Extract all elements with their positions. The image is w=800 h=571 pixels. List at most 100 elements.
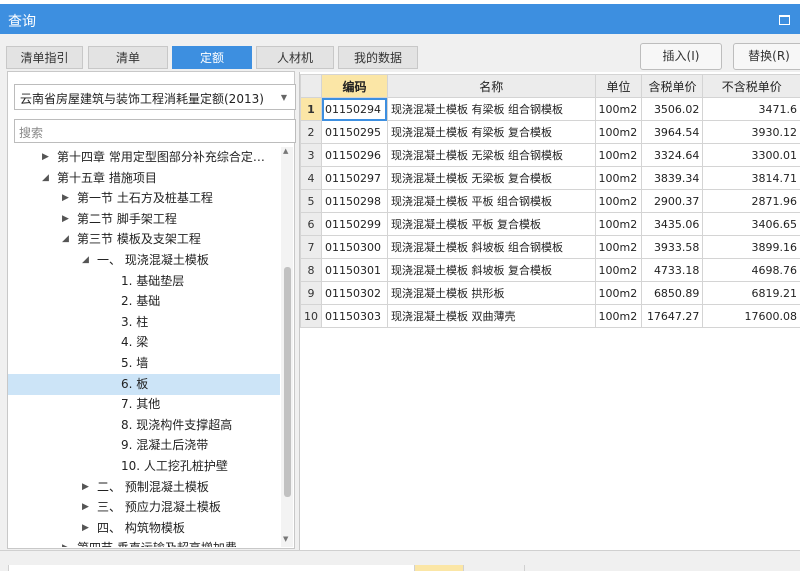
tree-node[interactable]: ▶第一节 土石方及桩基工程 [8,188,280,209]
cell-code[interactable]: 01150300 [322,236,388,259]
column-header-unit[interactable]: 单位 [595,75,642,98]
cell-name[interactable]: 现浇混凝土模板 斜坡板 组合钢模板 [387,236,595,259]
insert-button[interactable]: 插入(I) [640,43,722,70]
cell-price-tax[interactable]: 3324.64 [642,144,703,167]
cell-price-notax[interactable]: 3930.12 [703,121,800,144]
expand-arrow-icon[interactable]: ▶ [82,518,89,539]
replace-button[interactable]: 替换(R) [733,43,800,70]
tree-node[interactable]: 10. 人工挖孔桩护壁 [8,456,280,477]
tab-bill[interactable]: 清单 [88,46,168,69]
cell-code[interactable]: 01150302 [322,282,388,305]
cell-price-notax[interactable]: 3899.16 [703,236,800,259]
cell-name[interactable]: 现浇混凝土模板 平板 复合模板 [387,213,595,236]
cell-price-notax[interactable]: 2871.96 [703,190,800,213]
collapse-arrow-icon[interactable]: ◢ [42,168,49,189]
cell-unit[interactable]: 100m2 [595,121,642,144]
table-row[interactable]: 601150299现浇混凝土模板 平板 复合模板100m23435.063406… [301,213,800,236]
cell-price-tax[interactable]: 2900.37 [642,190,703,213]
tree-node[interactable]: ▶第四节 垂直运输及超高增加费 [8,538,280,547]
cell-price-tax[interactable]: 4733.18 [642,259,703,282]
row-index[interactable]: 7 [301,236,322,259]
column-header-price-tax[interactable]: 含税单价 [642,75,703,98]
tree-node[interactable]: 9. 混凝土后浇带 [8,435,280,456]
expand-arrow-icon[interactable]: ▶ [62,209,69,230]
column-header-code[interactable]: 编码 [322,75,388,98]
tree-node[interactable]: 5. 墙 [8,353,280,374]
tree-node[interactable]: ▶三、 预应力混凝土模板 [8,497,280,518]
expand-arrow-icon[interactable]: ▶ [82,477,89,498]
cell-price-tax[interactable]: 3933.58 [642,236,703,259]
tab-labor-material-machine[interactable]: 人材机 [256,46,334,69]
cell-price-tax[interactable]: 3435.06 [642,213,703,236]
tree-node[interactable]: 8. 现浇构件支撑超高 [8,415,280,436]
cell-price-tax[interactable]: 6850.89 [642,282,703,305]
library-select[interactable]: 云南省房屋建筑与装饰工程消耗量定额(2013) ▼ [14,84,296,110]
tree-node[interactable]: 4. 梁 [8,332,280,353]
cell-price-tax[interactable]: 3839.34 [642,167,703,190]
expand-arrow-icon[interactable]: ▶ [62,188,69,209]
collapse-arrow-icon[interactable]: ◢ [62,229,69,250]
scroll-down-icon[interactable]: ▼ [283,535,288,543]
table-row[interactable]: 701150300现浇混凝土模板 斜坡板 组合钢模板100m23933.5838… [301,236,800,259]
table-row[interactable]: 801150301现浇混凝土模板 斜坡板 复合模板100m24733.18469… [301,259,800,282]
column-header-price-notax[interactable]: 不含税单价 [703,75,800,98]
cell-name[interactable]: 现浇混凝土模板 平板 组合钢模板 [387,190,595,213]
table-row[interactable]: 101150294现浇混凝土模板 有梁板 组合钢模板100m23506.0234… [301,98,800,121]
cell-unit[interactable]: 100m2 [595,144,642,167]
cell-unit[interactable]: 100m2 [595,167,642,190]
cell-code[interactable]: 01150301 [322,259,388,282]
tree-node[interactable]: ▶第二节 脚手架工程 [8,209,280,230]
cell-unit[interactable]: 100m2 [595,282,642,305]
cell-price-notax[interactable]: 3471.6 [703,98,800,121]
cell-unit[interactable]: 100m2 [595,305,642,328]
scrollbar-thumb[interactable] [284,267,291,497]
tree-node[interactable]: ▶第十四章 常用定型图部分补充综合定… [8,147,280,168]
row-index[interactable]: 5 [301,190,322,213]
cell-code[interactable]: 01150303 [322,305,388,328]
table-row[interactable]: 301150296现浇混凝土模板 无梁板 组合钢模板100m23324.6433… [301,144,800,167]
maximize-icon[interactable] [779,15,790,25]
cell-code[interactable]: 01150295 [322,121,388,144]
cell-name[interactable]: 现浇混凝土模板 斜坡板 复合模板 [387,259,595,282]
tree-node[interactable]: 2. 基础 [8,291,280,312]
cell-name[interactable]: 现浇混凝土模板 无梁板 组合钢模板 [387,144,595,167]
cell-price-notax[interactable]: 3814.71 [703,167,800,190]
cell-name[interactable]: 现浇混凝土模板 有梁板 复合模板 [387,121,595,144]
cell-price-tax[interactable]: 3964.54 [642,121,703,144]
tree-node[interactable]: 7. 其他 [8,394,280,415]
cell-unit[interactable]: 100m2 [595,259,642,282]
tree-node[interactable]: ◢第三节 模板及支架工程 [8,229,280,250]
table-row[interactable]: 901150302现浇混凝土模板 拱形板100m26850.896819.21 [301,282,800,305]
cell-unit[interactable]: 100m2 [595,98,642,121]
cell-name[interactable]: 现浇混凝土模板 无梁板 复合模板 [387,167,595,190]
chevron-down-icon[interactable]: ▼ [281,93,287,102]
tree-node[interactable]: ◢第十五章 措施项目 [8,168,280,189]
cell-price-tax[interactable]: 3506.02 [642,98,703,121]
cell-code[interactable]: 01150294 [322,98,388,121]
row-index[interactable]: 6 [301,213,322,236]
tree-node[interactable]: ▶四、 构筑物模板 [8,518,280,539]
table-row[interactable]: 401150297现浇混凝土模板 无梁板 复合模板100m23839.34381… [301,167,800,190]
table-row[interactable]: 201150295现浇混凝土模板 有梁板 复合模板100m23964.54393… [301,121,800,144]
expand-arrow-icon[interactable]: ▶ [62,538,69,547]
cell-price-notax[interactable]: 3406.65 [703,213,800,236]
cell-unit[interactable]: 100m2 [595,190,642,213]
cell-code[interactable]: 01150296 [322,144,388,167]
row-index[interactable]: 3 [301,144,322,167]
collapse-arrow-icon[interactable]: ◢ [82,250,89,271]
cell-price-notax[interactable]: 3300.01 [703,144,800,167]
tab-bill-guide[interactable]: 清单指引 [6,46,83,69]
cell-name[interactable]: 现浇混凝土模板 有梁板 组合钢模板 [387,98,595,121]
cell-price-notax[interactable]: 17600.08 [703,305,800,328]
cell-code[interactable]: 01150297 [322,167,388,190]
table-row[interactable]: 1001150303现浇混凝土模板 双曲薄壳100m217647.2717600… [301,305,800,328]
tree-node[interactable]: 1. 基础垫层 [8,271,280,292]
tree-node[interactable]: ◢一、 现浇混凝土模板 [8,250,280,271]
row-index[interactable]: 9 [301,282,322,305]
cell-code[interactable]: 01150299 [322,213,388,236]
cell-price-notax[interactable]: 4698.76 [703,259,800,282]
tab-quota[interactable]: 定额 [172,46,252,69]
tree-scrollbar[interactable]: ▲ ▼ [281,147,293,547]
row-index[interactable]: 10 [301,305,322,328]
cell-name[interactable]: 现浇混凝土模板 拱形板 [387,282,595,305]
